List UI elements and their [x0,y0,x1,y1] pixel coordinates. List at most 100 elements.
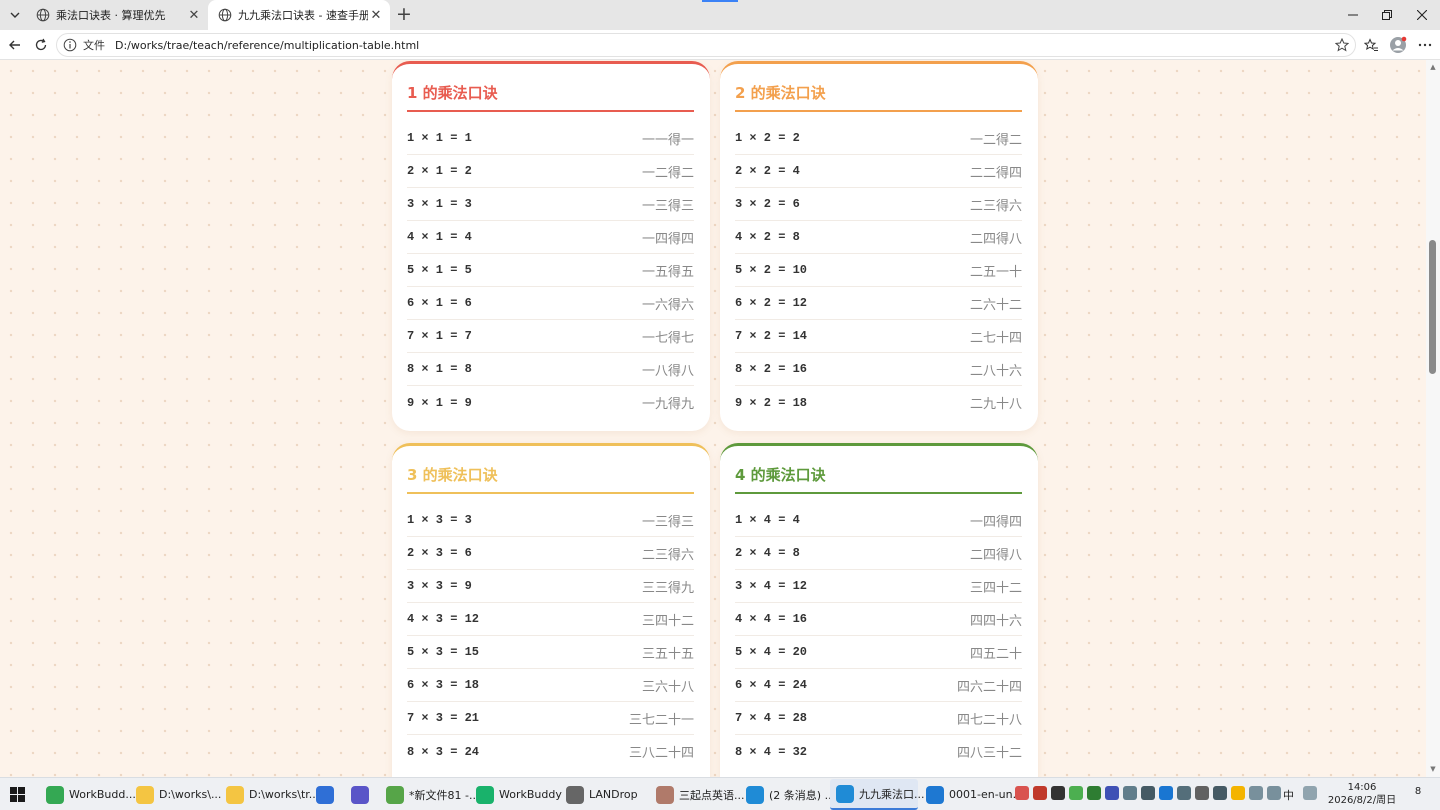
profile-button[interactable] [1387,34,1409,56]
table-row: 7 × 3 = 21 三七二十一 [407,702,694,735]
table-row: 6 × 4 = 24 四六二十四 [735,669,1022,702]
windows-start-icon[interactable] [10,787,25,802]
back-arrow-icon [9,40,20,50]
taskbar-app-label: LANDrop [589,788,638,801]
notification-center-button[interactable]: 8 [1408,786,1428,802]
scroll-thumb[interactable] [1429,240,1436,374]
minimize-button[interactable] [1336,0,1370,30]
taskbar-app-label: *新文件81 -... [409,788,480,802]
rhyme: 四七二十八 [956,712,1022,728]
tray-app-icon[interactable] [1105,786,1119,800]
close-icon[interactable]: ✕ [186,7,202,23]
scroll-up-arrow-icon[interactable]: ▲ [1429,63,1437,71]
favorite-star-icon[interactable] [1333,36,1351,54]
table-row: 9 × 2 = 18 二九十八 [735,386,1022,419]
rhyme: 二五一十 [969,264,1022,280]
table-row: 5 × 1 = 5 一五得五 [407,254,694,287]
tray-app-icon[interactable] [1069,786,1083,800]
table-row: 8 × 1 = 8 一八得八 [407,353,694,386]
taskbar-app-button[interactable]: WorkBudd... [40,779,136,810]
close-window-button[interactable] [1405,0,1439,30]
clock-date: 2026/8/2/周日 [1327,795,1397,806]
taskbar-app-button[interactable]: (2 条消息) ... [740,779,835,810]
avatar-icon [656,785,674,804]
equation: 9 × 2 = 18 [735,395,808,410]
table-row: 3 × 3 = 9 三三得九 [407,570,694,603]
input-method-indicator[interactable]: 中 [1283,787,1294,803]
keyboard-icon[interactable] [1303,786,1317,800]
equation: 2 × 2 = 4 [735,164,800,178]
globe-icon [36,8,50,22]
equation: 7 × 3 = 21 [407,711,480,725]
address-bar[interactable]: 文件 D:/works/trae/teach/reference/multipl… [56,33,1356,57]
taskbar-app-label: 三起点英语... [679,788,745,802]
table-row: 2 × 2 = 4 二二得四 [735,155,1022,188]
taskbar-app-button[interactable]: 九九乘法口... [830,779,925,810]
equation: 3 × 2 = 6 [735,197,800,211]
tray-app-icon[interactable] [1141,786,1155,800]
table-row: 7 × 1 = 7 一七得七 [407,320,694,353]
equation: 8 × 1 = 8 [407,362,472,376]
system-clock[interactable]: 14:06 2026/8/2/周日 [1326,781,1398,807]
taskbar-app-button[interactable]: *新文件81 -... [380,779,479,810]
equation: 5 × 1 = 5 [407,263,472,277]
taskbar-app-button[interactable] [345,779,377,810]
tab-inactive[interactable]: 乘法口诀表 · 算理优先 ✕ [26,0,208,30]
equation: 1 × 4 = 4 [735,513,800,527]
taskbar-app-button[interactable] [310,779,342,810]
volume-icon[interactable] [1267,786,1281,800]
page-scrollbar[interactable]: ▲ ▼ [1426,60,1440,777]
tray-app-icon[interactable] [1159,786,1173,800]
tray-app-icon[interactable] [1033,786,1047,800]
tab-active[interactable]: 九九乘法口诀表 - 速查手册 ✕ [208,0,390,30]
back-button[interactable] [4,34,26,56]
equation: 4 × 2 = 8 [735,230,800,244]
card-rows: 1 × 2 = 2 一二得二 2 × 2 = 4 二二得四 3 × 2 = 6 二三得… [735,122,1022,419]
tray-app-icon[interactable] [1051,786,1065,800]
equation: 8 × 2 = 16 [735,362,808,376]
minimize-icon [1348,14,1358,16]
tray-app-icon[interactable] [1015,786,1029,800]
scroll-down-arrow-icon[interactable]: ▼ [1429,765,1437,773]
card-title: 4 的乘法口诀 [735,464,1022,494]
equation: 2 × 4 = 8 [735,546,800,560]
reload-button[interactable] [30,34,52,56]
tab-list-button[interactable] [4,4,26,26]
more-icon [1418,43,1432,47]
network-icon[interactable] [1249,786,1263,800]
tray-app-icon[interactable] [1177,786,1191,800]
table-row: 4 × 3 = 12 三四十二 [407,603,694,636]
taskbar-app-button[interactable]: 三起点英语... [650,779,745,810]
rhyme: 一二得二 [969,132,1022,148]
tray-app-icon[interactable] [1231,786,1245,800]
equation: 3 × 1 = 3 [407,197,472,211]
tray-app-icon[interactable] [1195,786,1209,800]
url-text[interactable]: D:/works/trae/teach/reference/multiplica… [115,39,1333,52]
taskbar-app-label: 九九乘法口... [859,787,925,801]
info-icon[interactable] [63,38,77,52]
more-menu-button[interactable] [1414,34,1436,56]
restore-button[interactable] [1370,0,1404,30]
taskbar-app-button[interactable]: WorkBuddy [470,779,562,810]
equation: 2 × 1 = 2 [407,164,472,178]
table-row: 4 × 1 = 4 一四得四 [407,221,694,254]
rhyme: 二三得六 [641,547,694,563]
rhyme: 三六十八 [641,679,694,695]
rhyme: 三四十二 [641,613,694,629]
taskbar-app-button[interactable]: 0001-en-un... [920,779,1023,810]
vscode-icon [926,785,944,804]
table-row: 3 × 2 = 6 二三得六 [735,188,1022,221]
taskbar-app-button[interactable]: LANDrop [560,779,648,810]
taskbar-app-label: D:\works\tr... [249,788,320,801]
avatar-icon [1390,36,1407,53]
tray-app-icon[interactable] [1123,786,1137,800]
rhyme: 二七十四 [969,330,1022,346]
new-tab-button[interactable]: + [394,5,414,25]
card-rows: 1 × 4 = 4 一四得四 2 × 4 = 8 二四得八 3 × 4 = 12 三四… [735,504,1022,768]
taskbar-app-button[interactable]: D:\works\... [130,779,221,810]
taskbar-app-button[interactable]: D:\works\tr... [220,779,319,810]
close-icon[interactable]: ✕ [368,7,384,23]
tray-app-icon[interactable] [1087,786,1101,800]
favorites-button[interactable] [1360,34,1382,56]
tray-app-icon[interactable] [1213,786,1227,800]
